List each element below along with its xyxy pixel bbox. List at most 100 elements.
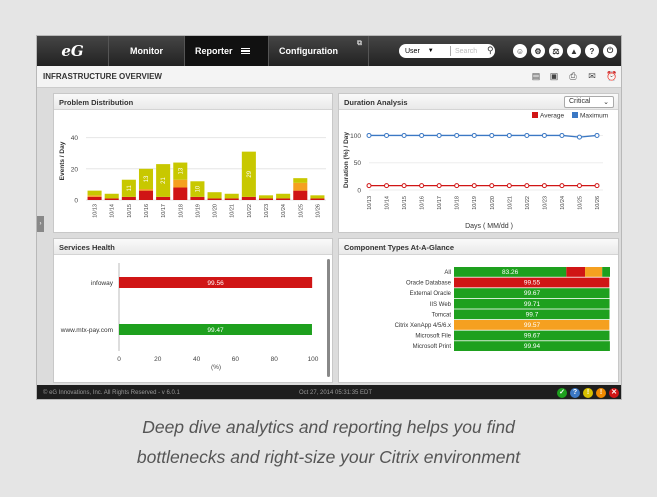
x-tick-label: 100 [308, 356, 319, 363]
bar-value-label: 99.94 [524, 343, 541, 350]
data-point [594, 183, 600, 189]
x-tick-label: 10/18 [455, 196, 461, 210]
y-tick-label: 0 [74, 198, 78, 205]
problem-distribution-panel: Problem Distribution 0 20 40 Events / Day 10… [53, 93, 333, 233]
user-scope-select[interactable]: User [405, 48, 420, 55]
bar-segment-major [173, 179, 188, 188]
data-point [366, 132, 372, 138]
x-tick-label: 10/23 [264, 204, 270, 218]
data-point [384, 132, 390, 138]
app-screen: eG Monitor Reporter Configuration ⧉ User … [36, 35, 622, 400]
external-link-icon: ⧉ [357, 40, 362, 47]
data-point [401, 183, 407, 189]
admin-icon[interactable]: ⚖ [549, 44, 563, 58]
bar-segment-critical [104, 198, 119, 200]
data-point [594, 132, 600, 138]
duration-analysis-panel: Duration Analysis Critical ⌄ 0 50 100 Durat… [338, 93, 619, 233]
search-box[interactable]: User ▼ Search [399, 44, 495, 58]
bar-data-label: 29 [247, 170, 253, 177]
search-icon[interactable]: ⚲ [487, 45, 494, 56]
category-label: All [444, 270, 451, 276]
data-point [559, 183, 565, 189]
severity-select-value: Critical [569, 98, 591, 105]
bar-segment-major [138, 189, 154, 191]
tab-reporter[interactable]: Reporter [185, 36, 269, 66]
settings-icon[interactable]: ⚙ [531, 44, 545, 58]
severity-select[interactable]: Critical ⌄ [564, 96, 614, 108]
x-tick-label: 10/21 [230, 204, 236, 218]
divider [450, 46, 451, 56]
x-tick-label: 10/25 [577, 196, 583, 210]
bar-data-label: 21 [161, 177, 167, 184]
x-tick-label: 10/17 [161, 204, 167, 218]
help-icon[interactable]: ? [585, 44, 599, 58]
x-tick-label: 10/18 [178, 204, 184, 218]
data-point [576, 183, 582, 189]
bar-segment-minor [258, 195, 274, 199]
x-tick-label: 10/23 [542, 196, 548, 210]
x-axis-label: (%) [211, 364, 221, 371]
status-major-icon[interactable]: ! [596, 388, 606, 398]
x-tick-label: 10/24 [281, 204, 287, 218]
tab-reporter-label: Reporter [195, 46, 233, 56]
legend-swatch [572, 112, 578, 118]
user-icon[interactable]: ☺ [513, 44, 527, 58]
print-icon[interactable]: ⎙ [568, 71, 578, 82]
bar-value-label: 99.57 [524, 322, 541, 329]
tab-configuration-label: Configuration [279, 46, 338, 56]
category-label: Oracle Database [406, 281, 452, 287]
bar-segment-minor [293, 178, 308, 183]
legend-label: Average [540, 113, 564, 120]
category-label: External Oracle [410, 291, 452, 297]
report-icon[interactable]: ▤ [531, 71, 541, 82]
bar-segment-critical [87, 196, 102, 200]
data-point [384, 183, 390, 189]
x-tick-label: 10/25 [298, 204, 304, 218]
data-point [454, 183, 460, 189]
footer: © eG Innovations, Inc. All Rights Reserv… [37, 385, 621, 399]
y-tick-label: 100 [350, 133, 361, 140]
panel-title: Services Health [54, 239, 332, 255]
data-point [559, 132, 565, 138]
data-point [506, 183, 512, 189]
x-tick-label: 40 [193, 356, 201, 363]
bar-segment-critical [121, 196, 136, 200]
footer-datetime: Oct 27, 2014 05:31:35 EDT [299, 390, 373, 396]
x-tick-label: 10/19 [472, 196, 478, 210]
data-point [541, 132, 547, 138]
scrollbar[interactable] [327, 259, 330, 377]
y-axis-label: Events / Day [59, 141, 66, 180]
y-tick-label: 20 [71, 166, 79, 173]
x-tick-label: 80 [271, 356, 279, 363]
status-critical-icon[interactable]: ✕ [609, 388, 619, 398]
bar-value-label: 99.56 [207, 280, 224, 287]
problem-distribution-chart: 0 20 40 Events / Day 10/13 10/14 11 10/15 13 10/1… [59, 135, 326, 218]
copyright-text: © eG Innovations, Inc. All Rights Reserv… [43, 390, 180, 396]
x-tick-label: 10/13 [93, 204, 99, 218]
data-point [576, 134, 582, 140]
save-icon[interactable]: ▣ [549, 71, 559, 82]
power-icon[interactable]: ⏻ [603, 44, 617, 58]
status-normal-icon[interactable]: ✓ [557, 388, 567, 398]
category-label: Microsoft Print [413, 344, 452, 350]
status-unknown-icon[interactable]: ? [570, 388, 580, 398]
x-tick-label: 10/13 [367, 196, 373, 210]
chevron-down-icon: ▼ [427, 48, 434, 54]
bar-data-label: 10 [195, 185, 201, 192]
alarm-icon[interactable]: ⏰ [606, 71, 617, 82]
email-icon[interactable]: ✉ [587, 71, 597, 82]
y-axis-label: Duration (%) / Day [343, 132, 350, 188]
chevron-down-icon: ⌄ [603, 99, 609, 106]
alert-icon[interactable]: ▲ [567, 44, 581, 58]
bar-segment-critical [207, 198, 222, 200]
bar-value-label: 99.55 [524, 280, 541, 287]
sidebar-toggle[interactable]: › [37, 216, 44, 232]
bar-segment-critical [190, 196, 205, 200]
tab-monitor[interactable]: Monitor [109, 36, 185, 66]
category-label: IIS Web [430, 302, 452, 308]
tab-configuration[interactable]: Configuration ⧉ [269, 36, 369, 66]
bar-value-label: 99.71 [524, 301, 541, 308]
page-title: INFRASTRUCTURE OVERVIEW [43, 72, 162, 81]
status-minor-icon[interactable]: ! [583, 388, 593, 398]
eg-logo[interactable]: eG [37, 36, 109, 66]
